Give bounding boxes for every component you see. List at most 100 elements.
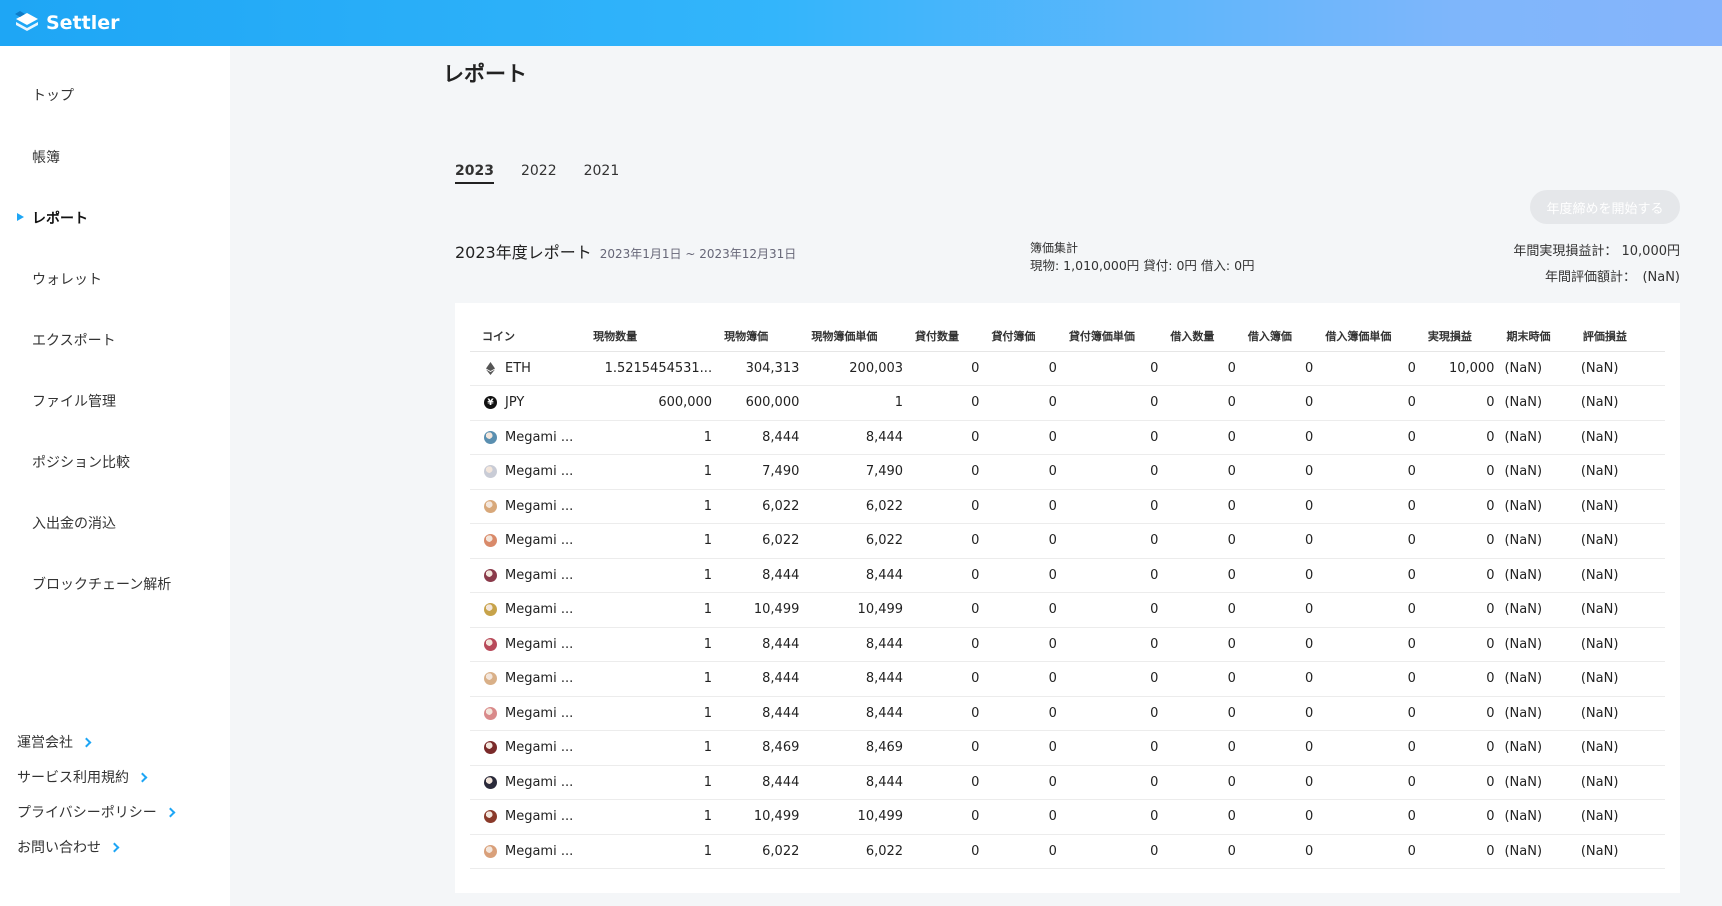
nft-avatar-icon: [484, 844, 497, 858]
sidebar-item-position-compare[interactable]: ポジション比較: [32, 452, 130, 472]
table-cell: (NaN): [1580, 799, 1665, 835]
table-cell: (NaN): [1504, 592, 1581, 628]
table-cell: 0: [1168, 454, 1246, 490]
table-cell: 0: [1245, 730, 1324, 766]
table-cell: 8,444: [809, 765, 914, 800]
table-row[interactable]: Megami ... 1 8,469 8,469 0 0 0 0 0 0 0 (NaN) (NaN): [470, 730, 1665, 766]
coin-cell: Megami ...: [470, 523, 592, 559]
table-cell: 0: [1245, 558, 1324, 593]
table-cell: 8,444: [809, 420, 914, 455]
tab-2022[interactable]: 2022: [521, 163, 557, 184]
table-cell: (NaN): [1504, 351, 1581, 386]
table-cell: 0: [989, 351, 1067, 386]
table-cell: 0: [913, 799, 990, 835]
nft-avatar-icon: [484, 810, 497, 824]
table-cell: 0: [1168, 765, 1246, 800]
table-row[interactable]: Megami ... 1 8,444 8,444 0 0 0 0 0 0 0 (NaN) (NaN): [470, 558, 1665, 593]
table-row[interactable]: Megami ... 1 8,444 8,444 0 0 0 0 0 0 0 (NaN) (NaN): [470, 627, 1665, 662]
table-cell: 0: [989, 592, 1067, 628]
table-cell: 0: [913, 592, 990, 628]
coin-name: Megami ...: [505, 498, 574, 514]
sidebar-item-export[interactable]: エクスポート: [32, 330, 116, 350]
table-cell: 0: [989, 834, 1067, 869]
table-cell: 0: [1168, 558, 1246, 593]
table-row[interactable]: Megami ... 1 8,444 8,444 0 0 0 0 0 0 0 (NaN) (NaN): [470, 661, 1665, 697]
table-cell: (NaN): [1580, 730, 1665, 766]
table-cell: (NaN): [1580, 592, 1665, 628]
table-cell: 1: [591, 661, 723, 697]
chevron-right-icon: [81, 737, 92, 747]
top-bar: Settler: [0, 0, 1722, 46]
sidebar-item-top[interactable]: トップ: [32, 85, 74, 105]
table-cell: 0: [913, 661, 990, 697]
table-row[interactable]: ¥ JPY 600,000 600,000 1 0 0 0 0 0 0 0 (NaN) (NaN): [470, 385, 1665, 421]
coin-cell: Megami ...: [470, 799, 592, 835]
coin-cell: Megami ...: [470, 592, 592, 628]
nft-avatar-icon: [484, 603, 497, 617]
column-header: 期末時価: [1504, 321, 1581, 352]
sidebar-item-wallet[interactable]: ウォレット: [32, 269, 102, 289]
coin-cell: Megami ...: [470, 420, 592, 455]
table-cell: 0: [913, 351, 990, 386]
tab-2023[interactable]: 2023: [455, 163, 494, 184]
table-row[interactable]: Megami ... 1 7,490 7,490 0 0 0 0 0 0 0 (NaN) (NaN): [470, 454, 1665, 490]
table-cell: 0: [1066, 834, 1169, 869]
table-cell: 8,469: [722, 730, 810, 766]
table-cell: 0: [1168, 730, 1246, 766]
table-cell: (NaN): [1504, 661, 1581, 697]
column-header: 借入簿価: [1245, 321, 1324, 352]
table-header-row: コイン 現物数量 現物簿価 現物簿価単価 貸付数量 貸付簿価 貸付簿価単価 借入数量 借入簿価借…: [470, 321, 1665, 352]
table-row[interactable]: Megami ... 1 6,022 6,022 0 0 0 0 0 0 0 (NaN) (NaN): [470, 489, 1665, 524]
table-cell: 0: [1245, 765, 1324, 800]
table-row[interactable]: Megami ... 1 8,444 8,444 0 0 0 0 0 0 0 (NaN) (NaN): [470, 696, 1665, 731]
table-cell: 0: [1168, 696, 1246, 731]
table-row[interactable]: Megami ... 1 6,022 6,022 0 0 0 0 0 0 0 (NaN) (NaN): [470, 834, 1665, 869]
table-row[interactable]: Megami ... 1 6,022 6,022 0 0 0 0 0 0 0 (NaN) (NaN): [470, 523, 1665, 559]
sidebar-item-report[interactable]: レポート: [32, 208, 88, 228]
table-cell: 0: [1066, 385, 1169, 421]
tab-2021[interactable]: 2021: [584, 163, 620, 184]
column-header: 現物簿価単価: [809, 321, 914, 352]
sidebar-item-file-management[interactable]: ファイル管理: [32, 391, 116, 411]
table-cell: 0: [989, 799, 1067, 835]
table-cell: 0: [1168, 834, 1246, 869]
table-cell: 0: [1425, 558, 1505, 593]
table-cell: 0: [1066, 799, 1169, 835]
coin-name: JPY: [505, 395, 525, 411]
table-cell: 0: [1066, 558, 1169, 593]
table-cell: 0: [913, 696, 990, 731]
coin-name: Megami ...: [505, 429, 574, 445]
sidebar-item-blockchain-analysis[interactable]: ブロックチェーン解析: [32, 574, 171, 594]
footer-link-privacy[interactable]: プライバシーポリシー: [17, 802, 176, 822]
report-header: 2023年度レポート 2023年1月1日 ~ 2023年12月31日: [455, 239, 796, 263]
table-row[interactable]: Megami ... 1 8,444 8,444 0 0 0 0 0 0 0 (NaN) (NaN): [470, 420, 1665, 455]
table-cell: 0: [1425, 454, 1505, 490]
coin-name: Megami ...: [505, 740, 574, 756]
app-logo[interactable]: Settler: [14, 11, 120, 35]
table-row[interactable]: Megami ... 1 10,499 10,499 0 0 0 0 0 0 0 (NaN) (NaN): [470, 592, 1665, 628]
sidebar-item-ledger[interactable]: 帳簿: [32, 147, 60, 167]
table-cell: 6,022: [722, 523, 810, 559]
table-row[interactable]: Megami ... 1 8,444 8,444 0 0 0 0 0 0 0 (NaN) (NaN): [470, 765, 1665, 800]
table-cell: 1: [591, 558, 723, 593]
table-cell: 6,022: [809, 523, 914, 559]
footer-link-company[interactable]: 運営会社: [17, 732, 92, 752]
start-year-close-button[interactable]: 年度締めを開始する: [1530, 190, 1680, 224]
table-cell: 0: [1168, 385, 1246, 421]
table-cell: 0: [1066, 765, 1169, 800]
table-cell: 6,022: [809, 489, 914, 524]
sidebar-item-deposit-reconcile[interactable]: 入出金の消込: [32, 513, 116, 533]
table-cell: 0: [1066, 351, 1169, 386]
table-cell: 600,000: [722, 385, 810, 421]
footer-link-contact[interactable]: お問い合わせ: [17, 837, 120, 857]
table-cell: 0: [1066, 454, 1169, 490]
table-cell: 0: [1168, 627, 1246, 662]
coin-cell: Megami ...: [470, 661, 592, 697]
table-row[interactable]: ETH 1.5215454531... 304,313 200,003 0 0 0 0 0 0 10…: [470, 351, 1665, 386]
table-cell: 8,444: [809, 627, 914, 662]
table-cell: 8,444: [809, 661, 914, 697]
footer-link-terms[interactable]: サービス利用規約: [17, 767, 148, 787]
table-cell: 1: [591, 592, 723, 628]
table-cell: 1: [591, 696, 723, 731]
table-row[interactable]: Megami ... 1 10,499 10,499 0 0 0 0 0 0 0 (NaN) (NaN): [470, 799, 1665, 835]
